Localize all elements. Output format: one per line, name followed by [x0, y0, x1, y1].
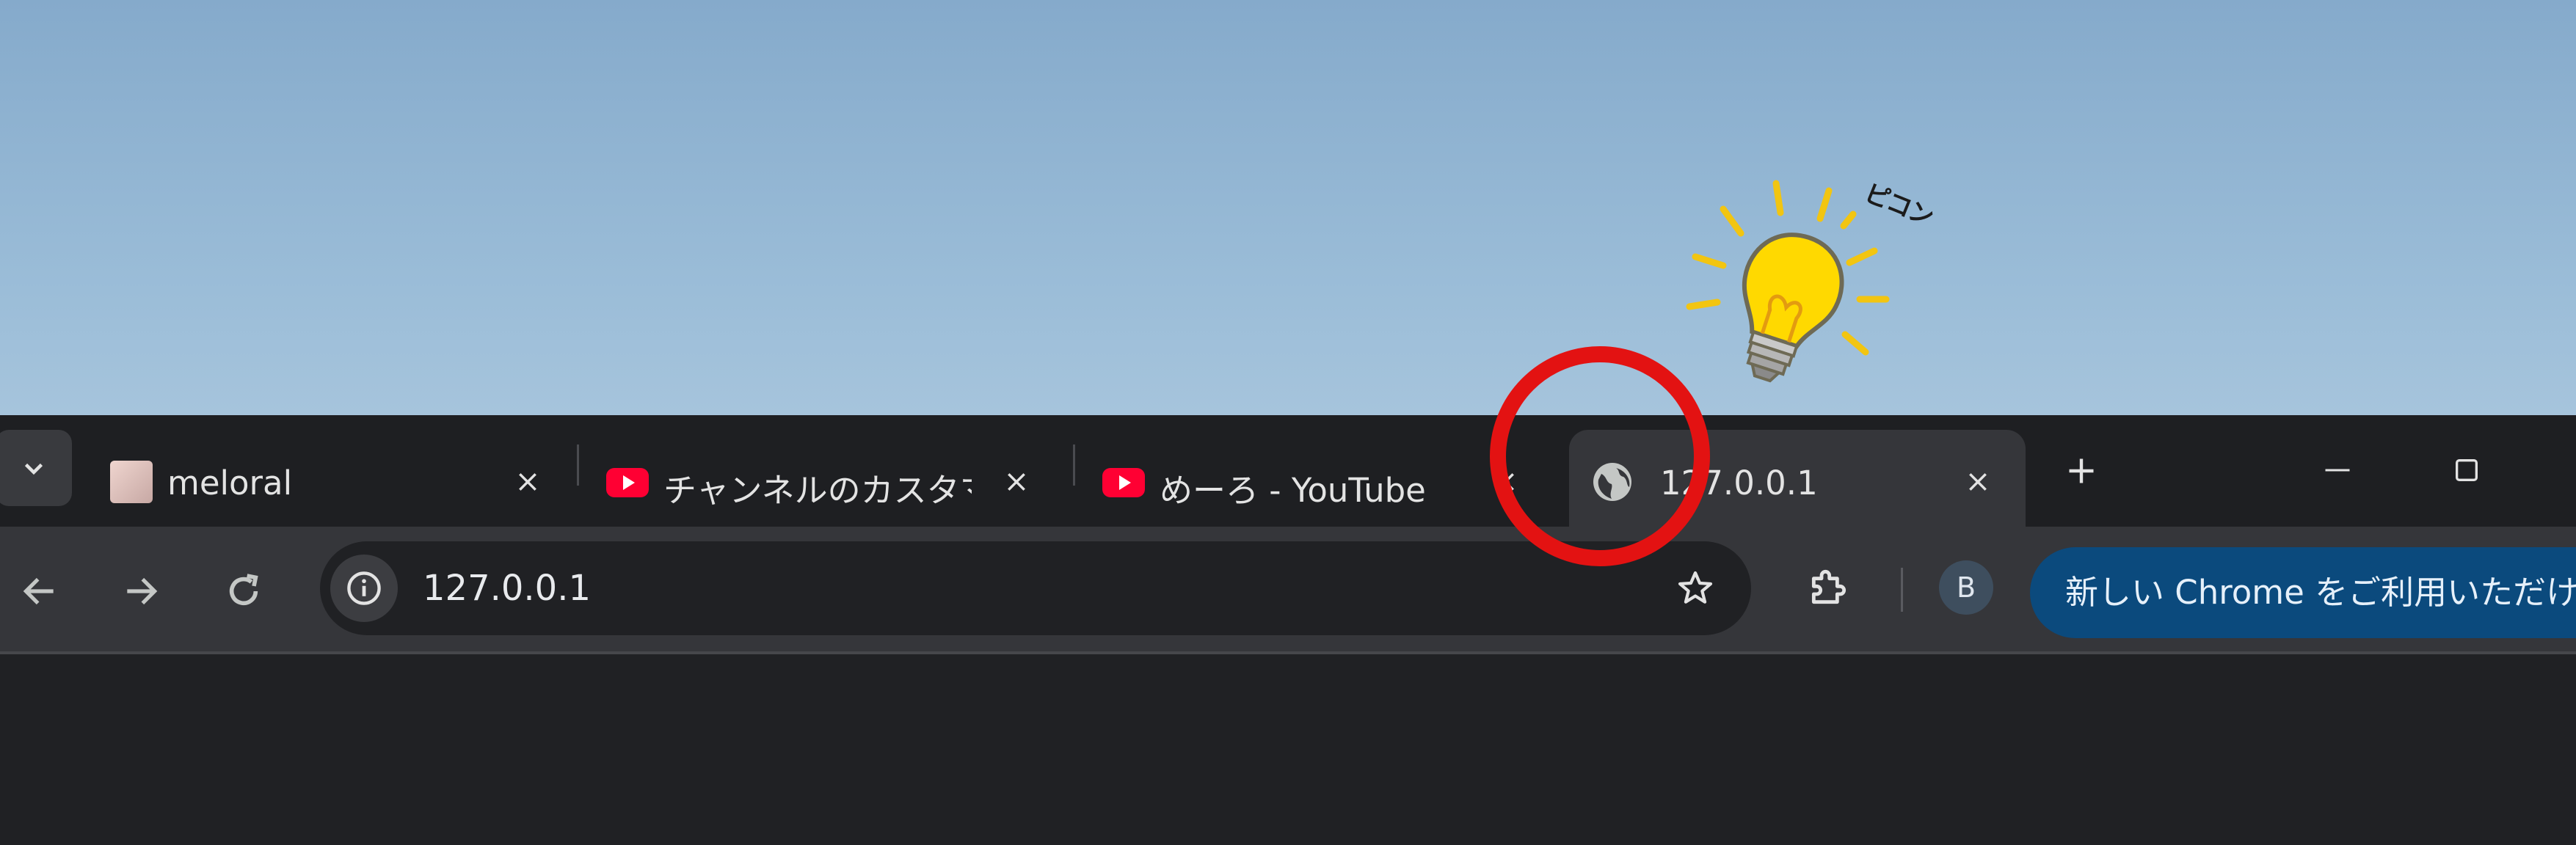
chrome-update-button[interactable]: 新しい Chrome をご利用いただけます [2030, 547, 2576, 638]
chevron-down-icon [24, 463, 43, 475]
tab-title: チャンネルのカスタマイズ [663, 471, 972, 510]
maximize-icon [2456, 459, 2478, 481]
tab-separator [577, 445, 579, 486]
tab-channel-customize[interactable]: チャンネルのカスタマイズ [593, 430, 1063, 527]
tab-search-button[interactable] [0, 430, 72, 506]
address-bar[interactable]: 127.0.0.1 [320, 541, 1751, 635]
tab-title: めーろ - YouTube [1160, 471, 1426, 510]
arrow-right-icon [127, 577, 158, 605]
youtube-favicon [1102, 468, 1145, 497]
tab-youtube-mero[interactable]: めーろ - YouTube [1089, 430, 1529, 527]
close-tab-icon[interactable] [1958, 462, 1998, 502]
page-content [0, 654, 2576, 845]
arrow-left-icon [23, 577, 54, 605]
tab-separator [1073, 445, 1075, 486]
back-button[interactable] [10, 562, 69, 621]
puzzle-icon [1811, 570, 1846, 604]
toolbar-separator [1901, 568, 1903, 612]
close-tab-icon[interactable] [508, 462, 547, 502]
avatar-favicon [110, 461, 153, 503]
tab-meloral[interactable]: meloral [97, 430, 567, 527]
forward-button[interactable] [112, 562, 170, 621]
highlight-circle [1490, 346, 1710, 566]
tab-title: meloral [167, 464, 293, 502]
url-text[interactable]: 127.0.0.1 [423, 568, 591, 609]
bookmark-button[interactable] [1670, 563, 1720, 613]
extensions-button[interactable] [1797, 557, 1858, 619]
info-icon [347, 571, 381, 605]
desktop-background [0, 0, 2576, 415]
reload-icon [229, 574, 258, 606]
minimize-icon [2325, 469, 2350, 472]
reload-button[interactable] [214, 562, 273, 621]
close-tab-icon[interactable] [997, 462, 1036, 502]
maximize-button[interactable] [2441, 445, 2492, 496]
tab-strip: meloral チャンネルのカスタマイズ めーろ - YouTube [0, 415, 2576, 527]
profile-avatar[interactable]: B [1939, 560, 1993, 615]
new-tab-button[interactable] [2059, 449, 2103, 493]
plus-icon [2069, 458, 2094, 483]
star-icon [1678, 571, 1713, 604]
toolbar: 127.0.0.1 B 新しい Chrome をご利用いただけます [0, 527, 2576, 653]
site-info-button[interactable] [330, 555, 398, 622]
minimize-button[interactable] [2312, 445, 2363, 496]
youtube-favicon [606, 468, 649, 497]
